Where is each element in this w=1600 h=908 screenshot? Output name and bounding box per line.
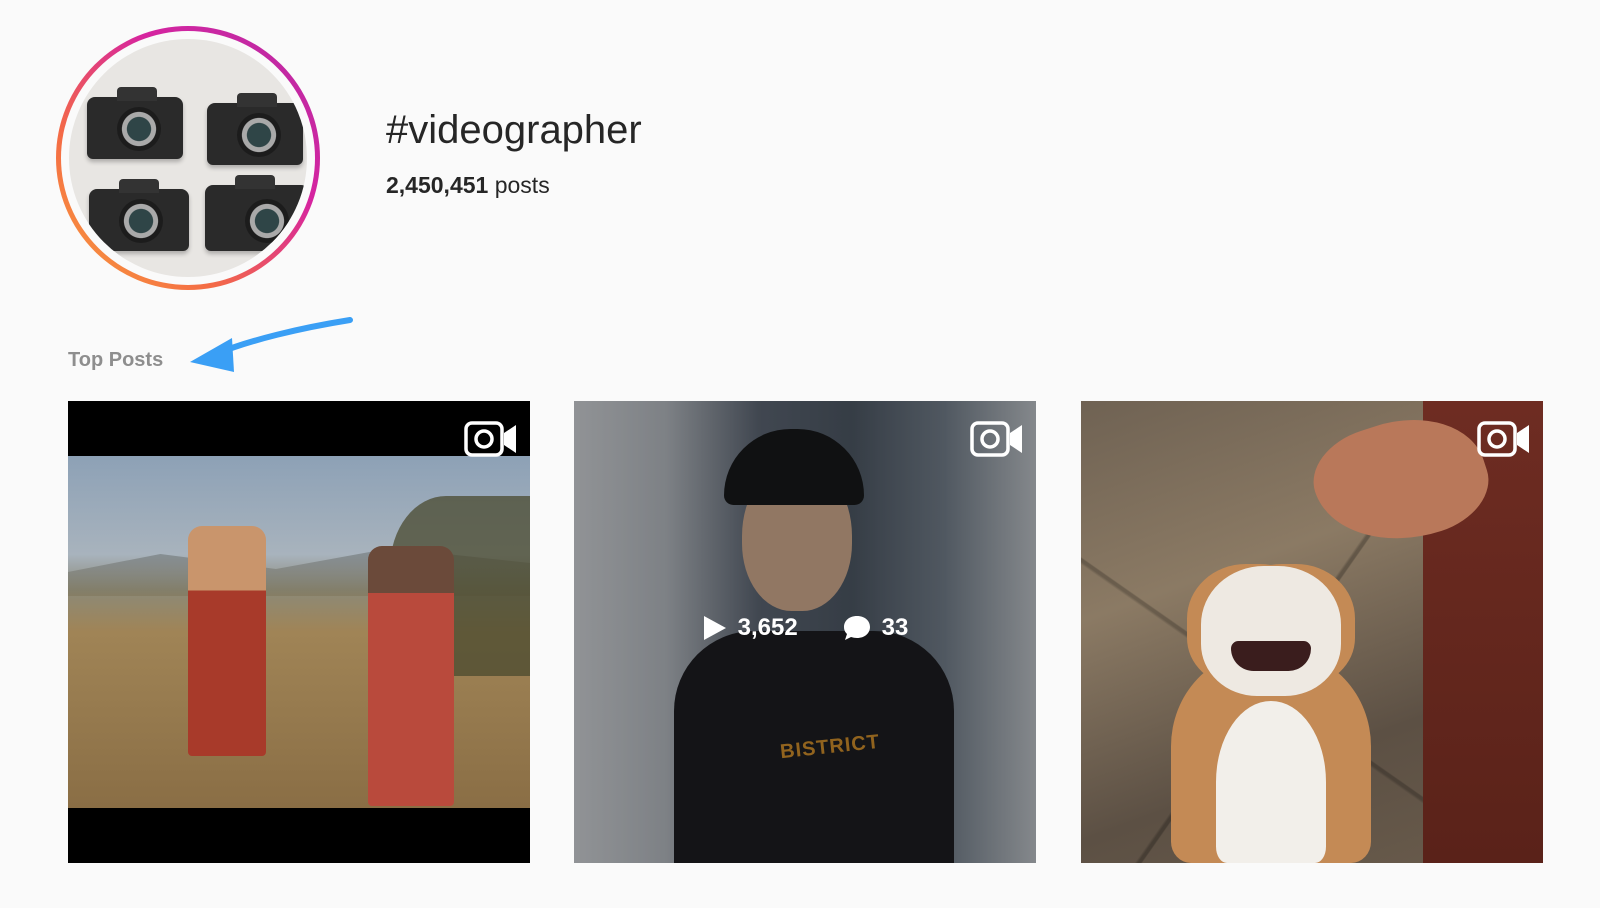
annotation-arrow-icon [190,317,353,372]
video-camera-icon [464,421,516,457]
view-count-value: 3,652 [737,614,798,641]
post-thumbnail-2[interactable]: BISTRICT 3,652 33 [574,401,1036,863]
post-count-suffix: posts [494,172,550,198]
post-count: 2,450,451 posts [386,172,550,199]
top-posts-heading: Top Posts [68,349,164,371]
post-thumbnail-3[interactable] [1081,401,1543,863]
hashtag-avatar [56,26,320,290]
view-count: 3,652 [702,614,798,642]
post-count-number: 2,450,451 [386,172,489,198]
comment-bubble-icon [843,616,870,640]
video-camera-icon [970,421,1022,457]
comment-count: 33 [842,614,909,642]
page-title: #videographer [386,108,642,152]
post-thumbnail-1[interactable] [68,401,530,863]
comment-count-value: 33 [881,614,909,641]
avatar-image-cameras [69,39,307,277]
post-hover-stats: 3,652 33 [574,614,1036,642]
video-camera-icon [1477,421,1529,457]
play-icon [703,616,726,640]
